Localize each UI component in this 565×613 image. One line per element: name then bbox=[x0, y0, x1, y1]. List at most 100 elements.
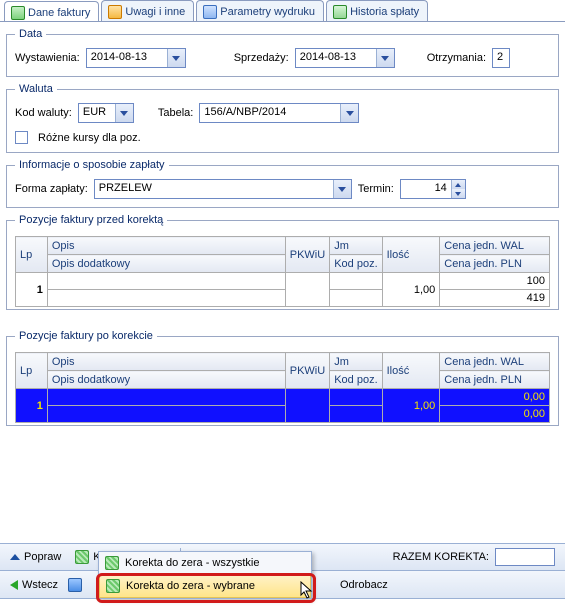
cell-cena-pln: 419 bbox=[440, 290, 550, 307]
tab-label: Uwagi i inne bbox=[125, 6, 185, 18]
cell-cena-pln: 0,00 bbox=[440, 406, 550, 423]
cell-kod-poz bbox=[330, 290, 382, 307]
select-value: EUR bbox=[79, 104, 115, 122]
spinner-value: 14 bbox=[401, 180, 451, 198]
label-razem-korekta: RAZEM KOREKTA: bbox=[393, 551, 489, 563]
cell-kod-poz bbox=[330, 406, 382, 423]
triangle-up-icon bbox=[10, 554, 20, 560]
tab-bar: Dane faktury Uwagi i inne Parametry wydr… bbox=[0, 0, 565, 22]
select-tabela[interactable]: 156/A/NBP/2014 bbox=[199, 103, 359, 123]
cell-pkwiu bbox=[285, 273, 329, 307]
dropdown-icon[interactable] bbox=[333, 180, 351, 198]
col-cena-pln[interactable]: Cena jedn. PLN bbox=[440, 255, 550, 273]
print-params-icon bbox=[203, 5, 217, 19]
col-kod-poz[interactable]: Kod poz. bbox=[330, 371, 382, 389]
notes-icon bbox=[108, 5, 122, 19]
col-ilosc[interactable]: Ilość bbox=[382, 237, 440, 273]
correction-icon bbox=[75, 550, 89, 564]
col-pkwiu[interactable]: PKWiU bbox=[285, 237, 329, 273]
select-value: 156/A/NBP/2014 bbox=[200, 104, 340, 122]
col-cena-pln[interactable]: Cena jedn. PLN bbox=[440, 371, 550, 389]
table-row[interactable]: 0,00 bbox=[16, 406, 550, 423]
correction-icon bbox=[106, 579, 120, 593]
menu-label: Korekta do zera - wybrane bbox=[126, 580, 255, 592]
cell-opis-dod bbox=[47, 406, 285, 423]
col-opis-dod[interactable]: Opis dodatkowy bbox=[47, 255, 285, 273]
button-save[interactable] bbox=[68, 578, 82, 592]
cell-lp: 1 bbox=[16, 273, 48, 307]
col-kod-poz[interactable]: Kod poz. bbox=[330, 255, 382, 273]
cell-opis bbox=[47, 273, 285, 290]
date-value: 2014-08-13 bbox=[87, 49, 167, 67]
cell-cena-wal: 100 bbox=[440, 273, 550, 290]
cell-opis bbox=[47, 389, 285, 406]
cell-pkwiu bbox=[285, 389, 329, 423]
tab-label: Dane faktury bbox=[28, 7, 90, 19]
dropdown-icon[interactable] bbox=[115, 104, 133, 122]
table-row[interactable]: 1 1,00 100 bbox=[16, 273, 550, 290]
menu-item-korekta-wszystkie[interactable]: Korekta do zera - wszystkie bbox=[99, 552, 311, 574]
table-header-row: Opis dodatkowy Kod poz. Cena jedn. PLN bbox=[16, 255, 550, 273]
col-opis-dod[interactable]: Opis dodatkowy bbox=[47, 371, 285, 389]
date-otrzymania[interactable]: 2 bbox=[492, 48, 510, 68]
table-row[interactable]: 419 bbox=[16, 290, 550, 307]
tab-label: Parametry wydruku bbox=[220, 6, 315, 18]
table-header-row: Lp Opis PKWiU Jm Ilość Cena jedn. WAL bbox=[16, 353, 550, 371]
cell-jm bbox=[330, 389, 382, 406]
spin-down-icon[interactable] bbox=[452, 189, 465, 198]
col-opis[interactable]: Opis bbox=[47, 353, 285, 371]
col-lp[interactable]: Lp bbox=[16, 237, 48, 273]
legend-platnosc: Informacje o sposobie zapłaty bbox=[15, 159, 169, 171]
col-ilosc[interactable]: Ilość bbox=[382, 353, 440, 389]
button-label: Wstecz bbox=[22, 579, 58, 591]
col-jm[interactable]: Jm bbox=[330, 353, 382, 371]
col-pkwiu[interactable]: PKWiU bbox=[285, 353, 329, 389]
tab-historia[interactable]: Historia spłaty bbox=[326, 0, 428, 21]
spin-up-icon[interactable] bbox=[452, 180, 465, 189]
label-kod-waluty: Kod waluty: bbox=[15, 107, 72, 119]
save-icon bbox=[68, 578, 82, 592]
dropdown-icon[interactable] bbox=[376, 49, 394, 67]
cell-jm bbox=[330, 273, 382, 290]
legend-waluta: Waluta bbox=[15, 83, 57, 95]
label-termin: Termin: bbox=[358, 183, 394, 195]
dropdown-icon[interactable] bbox=[167, 49, 185, 67]
col-lp[interactable]: Lp bbox=[16, 353, 48, 389]
button-wstecz[interactable]: Wstecz bbox=[10, 579, 58, 591]
table-header-row: Lp Opis PKWiU Jm Ilość Cena jedn. WAL bbox=[16, 237, 550, 255]
cell-ilosc: 1,00 bbox=[382, 389, 440, 423]
label-odrobacz[interactable]: Odrobacz bbox=[340, 579, 388, 591]
tab-uwagi[interactable]: Uwagi i inne bbox=[101, 0, 194, 21]
spinner-termin[interactable]: 14 bbox=[400, 179, 466, 199]
date-wystawienia[interactable]: 2014-08-13 bbox=[86, 48, 186, 68]
label-forma-zaplaty: Forma zapłaty: bbox=[15, 183, 88, 195]
fieldset-platnosc: Informacje o sposobie zapłaty Forma zapł… bbox=[6, 159, 559, 208]
table-row[interactable]: 1 1,00 0,00 bbox=[16, 389, 550, 406]
grid-po[interactable]: Lp Opis PKWiU Jm Ilość Cena jedn. WAL Op… bbox=[15, 352, 550, 423]
checkbox-rozne-kursy[interactable] bbox=[15, 131, 28, 144]
date-sprzedazy[interactable]: 2014-08-13 bbox=[295, 48, 395, 68]
arrow-left-icon bbox=[10, 580, 18, 590]
dropdown-icon[interactable] bbox=[340, 104, 358, 122]
fieldset-pozycje-przed: Pozycje faktury przed korektą Lp Opis PK… bbox=[6, 214, 559, 310]
cell-opis-dod bbox=[47, 290, 285, 307]
select-kod-waluty[interactable]: EUR bbox=[78, 103, 134, 123]
col-opis[interactable]: Opis bbox=[47, 237, 285, 255]
col-cena-wal[interactable]: Cena jedn. WAL bbox=[440, 237, 550, 255]
grid-przed[interactable]: Lp Opis PKWiU Jm Ilość Cena jedn. WAL Op… bbox=[15, 236, 550, 307]
col-cena-wal[interactable]: Cena jedn. WAL bbox=[440, 353, 550, 371]
tab-parametry[interactable]: Parametry wydruku bbox=[196, 0, 324, 21]
tab-label: Historia spłaty bbox=[350, 6, 419, 18]
table-header-row: Opis dodatkowy Kod poz. Cena jedn. PLN bbox=[16, 371, 550, 389]
fieldset-waluta: Waluta Kod waluty: EUR Tabela: 156/A/NBP… bbox=[6, 83, 559, 153]
cell-lp: 1 bbox=[16, 389, 48, 423]
menu-item-korekta-wybrane[interactable]: Korekta do zera - wybrane bbox=[99, 574, 311, 598]
tab-dane-faktury[interactable]: Dane faktury bbox=[4, 1, 99, 22]
correction-icon bbox=[105, 556, 119, 570]
legend-pozycje-przed: Pozycje faktury przed korektą bbox=[15, 214, 167, 226]
cell-ilosc: 1,00 bbox=[382, 273, 440, 307]
select-forma-zaplaty[interactable]: PRZELEW bbox=[94, 179, 352, 199]
fieldset-data: Data Wystawienia: 2014-08-13 Sprzedaży: … bbox=[6, 28, 559, 77]
button-popraw[interactable]: Popraw bbox=[10, 551, 61, 563]
col-jm[interactable]: Jm bbox=[330, 237, 382, 255]
